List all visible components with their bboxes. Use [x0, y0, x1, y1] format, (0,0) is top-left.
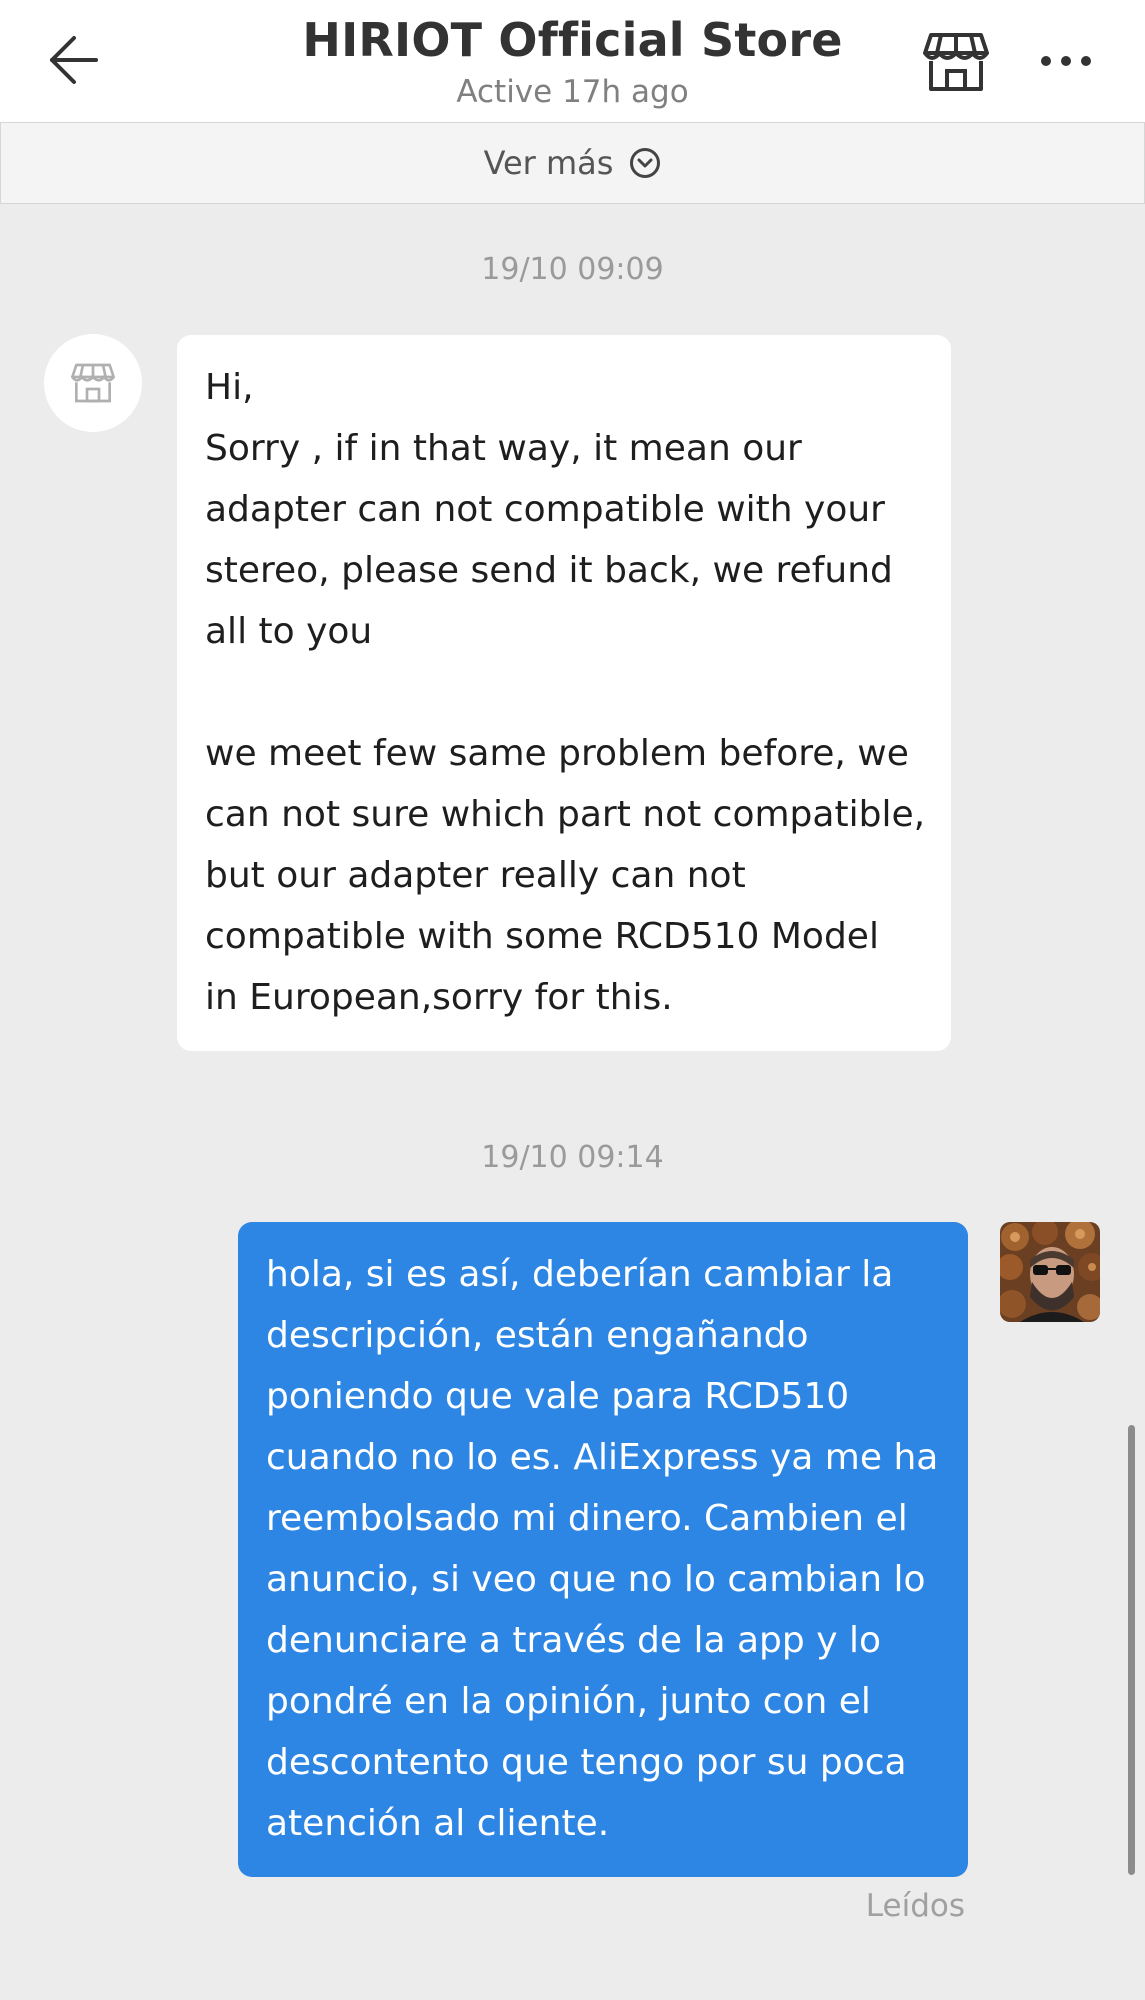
message-line: pondré en la opinión, junto con el: [266, 1681, 871, 1722]
message-line: Hi,: [205, 367, 254, 408]
scrollbar[interactable]: [1128, 1425, 1135, 1875]
message-line: poniendo que vale para RCD510: [266, 1376, 850, 1417]
store-title: HIRIOT Official Store: [302, 13, 843, 67]
active-status: Active 17h ago: [456, 74, 689, 110]
ver-mas-button[interactable]: Ver más: [0, 122, 1145, 204]
message-line: stereo, please send it back, we refund: [205, 550, 893, 591]
outgoing-message-bubble[interactable]: hola, si es así, deberían cambiar la des…: [238, 1222, 968, 1877]
arrow-left-icon: [50, 36, 98, 84]
message-line: descontento que tengo por su poca: [266, 1742, 907, 1783]
message-line: atención al cliente.: [266, 1803, 610, 1844]
storefront-icon: [71, 363, 115, 403]
message-line: all to you: [205, 611, 373, 652]
message-line: cuando no lo es. AliExpress ya me ha: [266, 1437, 939, 1478]
chat-header: HIRIOT Official Store Active 17h ago: [0, 0, 1145, 122]
more-horizontal-icon: [1041, 56, 1091, 66]
message-line: but our adapter really can not: [205, 855, 746, 896]
message-line: in European,sorry for this.: [205, 977, 673, 1018]
message-line: we meet few same problem before, we: [205, 733, 909, 774]
ver-mas-label: Ver más: [483, 144, 614, 182]
message-timestamp: 19/10 09:09: [481, 252, 664, 287]
message-line: denunciare a través de la app y lo: [266, 1620, 881, 1661]
user-photo-image: [1000, 1222, 1100, 1322]
more-options-button[interactable]: [1030, 38, 1102, 84]
read-status: Leídos: [865, 1888, 965, 1924]
incoming-message-bubble[interactable]: Hi, Sorry , if in that way, it mean our …: [177, 335, 951, 1051]
message-line: descripción, están engañando: [266, 1315, 809, 1356]
message-timestamp: 19/10 09:14: [481, 1140, 664, 1175]
message-line: reembolsado mi dinero. Cambien el: [266, 1498, 908, 1539]
message-line: anuncio, si veo que no lo cambian lo: [266, 1559, 926, 1600]
message-line: compatible with some RCD510 Model: [205, 916, 879, 957]
store-avatar[interactable]: [44, 334, 142, 432]
back-button[interactable]: [38, 28, 110, 92]
chevron-down-circle-icon: [630, 148, 661, 178]
store-button[interactable]: [920, 28, 992, 96]
header-title-block: HIRIOT Official Store Active 17h ago: [200, 8, 945, 112]
storefront-icon: [923, 33, 989, 91]
message-line: adapter can not compatible with your: [205, 489, 885, 530]
message-line: can not sure which part not compatible,: [205, 794, 926, 835]
message-line: Sorry , if in that way, it mean our: [205, 428, 802, 469]
chat-screen: HIRIOT Official Store Active 17h ago Ver…: [0, 0, 1145, 2000]
message-line: [205, 662, 923, 723]
message-line: hola, si es así, deberían cambiar la: [266, 1254, 894, 1295]
user-photo-avatar[interactable]: [1000, 1222, 1100, 1322]
